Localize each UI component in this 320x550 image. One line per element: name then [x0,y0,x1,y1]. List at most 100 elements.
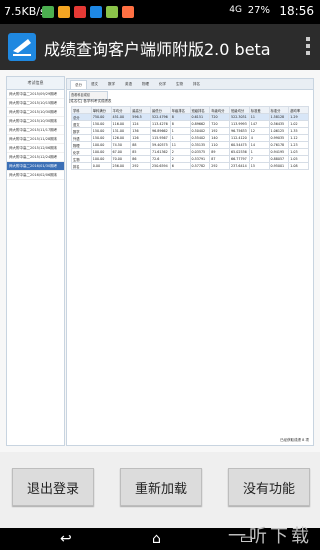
action-bar: 退出登录 重新加载 没有功能 [0,452,320,528]
column-header[interactable]: 最低分 [150,106,171,114]
table-row[interactable]: 排名 0.00 256.00 292 250.6594 6 0.57782 292 237.64… [71,162,309,170]
table-cell: 71.61362 [150,148,171,156]
table-cell: 60.54475 [229,141,250,149]
exam-list-header: 考试信息 [7,77,64,90]
tab-subject[interactable]: 总分 [70,80,87,89]
table-cell: 1.06125 [268,127,290,135]
tab-subject[interactable]: 物理 [138,80,153,88]
exam-list-item[interactable]: 师大附中高二2015/09/29期考 [7,90,64,99]
no-function-button[interactable]: 没有功能 [228,468,310,506]
reload-button[interactable]: 重新加载 [120,468,202,506]
table-cell: 14 [248,141,270,149]
column-header[interactable]: 班级均分 [229,106,250,114]
table-row[interactable]: 语文 150.00 116.00 124 113.4276 8 0.89662 720 113.… [71,120,309,128]
table-cell: 86 [130,155,151,163]
table-cell: 522.4796 [150,113,171,121]
column-header[interactable]: 学科 [71,106,92,114]
table-cell: 85 [130,148,151,156]
table-cell: 物理 [71,141,92,149]
notification-icon [42,6,54,18]
table-cell: 8 [169,120,191,128]
weibo-icon [74,6,86,18]
table-row[interactable]: 生物 100.00 70.00 86 72.6 2 0.53791 87 66.77797 7 0.… [71,155,309,163]
qq-icon [90,6,102,18]
network-type: 4G [229,5,242,15]
table-cell: 0.35135 [189,141,211,149]
column-header[interactable]: 年级排名 [169,106,191,114]
table-cell: 12 [248,127,270,135]
exam-list-item[interactable]: 师大附中高二2015/10/30期考 [7,108,64,117]
table-row[interactable]: 数学 150.00 131.00 136 96.89662 1 0.50402 192 96.7… [71,127,309,135]
table-cell: 0.99035 [268,134,290,142]
battery-level: 27% [247,5,270,16]
logout-button[interactable]: 退出登录 [12,468,94,506]
overflow-menu-icon[interactable] [306,34,312,58]
table-row[interactable]: 外语 150.00 126.00 126 115.9567 1 0.55402 140 112.… [71,134,309,142]
exam-list-item[interactable]: 师大附中高二2015/11/28期末 [7,135,64,144]
score-table: 学科 单科满分 平均分 最高分 最低分 年级排名 班级排名 年级均分 班级均分 标准差 标准分 超均率… [71,106,309,170]
table-row[interactable]: 物理 100.00 74.50 88 59.40575 11 0.35135 110 60.54… [71,141,309,149]
app-logo-icon [8,33,36,61]
exam-list-panel: 考试信息 师大附中高二2015/09/29期考 师大附中高二2015/10/15期… [6,76,65,446]
exam-list-item[interactable]: 师大附中高二2015/10/15期考 [7,99,64,108]
table-cell: 116.00 [110,120,132,128]
column-header[interactable]: 单科满分 [90,106,112,114]
table-cell: 0.56435 [268,120,290,128]
table-cell: 89 [209,148,230,156]
column-header[interactable]: 班级排名 [189,106,211,114]
table-cell: 0.95001 [268,162,290,170]
tab-subject[interactable]: 英语 [121,80,136,88]
table-row[interactable]: 化学 100.00 67.00 85 71.61362 2 0.03575 89 65.0253… [71,148,309,156]
table-cell: 292 [209,162,230,170]
table-row[interactable]: 总分 750.00 451.00 596.5 522.4796 8 0.6151 720 522… [71,113,309,121]
table-cell: 15 [248,162,270,170]
table-cell: 96.75633 [229,127,250,135]
back-icon[interactable]: ↩ [60,531,72,547]
table-cell: 0.76178 [268,141,290,149]
exam-list-item[interactable]: 师大附中高二2015/10/30期末 [7,117,64,126]
table-cell: 0.89662 [189,120,211,128]
column-header[interactable]: 平均分 [110,106,132,114]
table-cell: 1 [169,134,191,142]
tab-subject[interactable]: 语文 [87,80,102,88]
column-header[interactable]: 标准分 [268,106,290,114]
table-cell: 96.89662 [150,127,171,135]
table-cell: 11 [169,141,191,149]
content-area: 考试信息 师大附中高二2015/09/29期考 师大附中高二2015/10/15期… [0,70,320,452]
exam-list-item[interactable]: 师大附中高二2016/01/30期考 [7,162,64,171]
table-cell: 1.23 [288,141,309,149]
table-cell: 0.03575 [189,148,211,156]
table-cell: 排名 [71,162,92,170]
exam-list-item[interactable]: 师大附中高二2015/12/06期末 [7,144,64,153]
app-bar: 成绩查询客户端师附版2.0 beta [0,24,320,70]
table-cell: 66.77797 [229,155,250,163]
table-cell: 113.4276 [150,120,171,128]
column-header[interactable]: 最高分 [130,106,151,114]
table-cell: 522.3031 [229,113,250,121]
table-cell: 720 [209,113,230,121]
exam-list-item[interactable]: 师大附中高二2016/02/06期末 [7,171,64,180]
table-cell: 1.08 [288,162,309,170]
column-header[interactable]: 标准差 [248,106,270,114]
table-cell: 0.00 [90,162,112,170]
tab-subject[interactable]: 生物 [172,80,187,88]
exam-list-item[interactable]: 师大附中高二2015/11/17期考 [7,126,64,135]
column-header[interactable]: 超均率 [288,106,309,114]
table-cell: 1.58128 [268,113,290,121]
table-cell: 74.50 [110,141,132,149]
table-cell: 72.6 [150,155,171,163]
table-cell: 250.6594 [150,162,171,170]
tab-subject[interactable]: 排名 [189,80,204,88]
home-icon[interactable]: ⌂ [152,531,161,547]
tab-subject[interactable]: 数学 [104,80,119,88]
table-cell: 596.5 [130,113,151,121]
column-header[interactable]: 年级均分 [209,106,230,114]
tab-subject[interactable]: 化学 [155,80,170,88]
table-cell: 292 [130,162,151,170]
table-cell: 1.02 [288,120,309,128]
table-cell: 0.50402 [189,127,211,135]
exam-list-item[interactable]: 师大附中高二2015/12/24期考 [7,153,64,162]
table-cell: 150.00 [90,134,112,142]
table-cell: 67.00 [110,148,132,156]
table-cell: 0.53791 [189,155,211,163]
